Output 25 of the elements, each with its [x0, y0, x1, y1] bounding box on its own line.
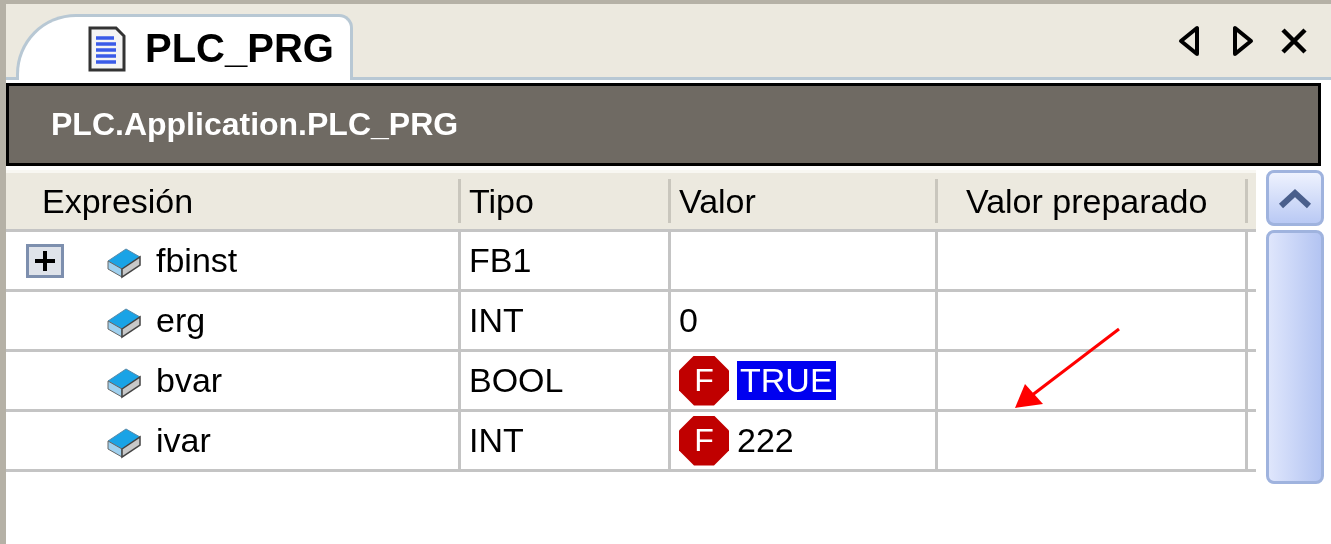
type-text: BOOL	[469, 361, 564, 400]
variable-name: ivar	[156, 421, 211, 460]
forced-badge: F	[679, 355, 729, 406]
column-header[interactable]: Valor preparado	[938, 179, 1248, 223]
chevron-up-icon	[1277, 186, 1313, 210]
column-header[interactable]: Expresión	[6, 179, 461, 223]
column-header[interactable]: Tipo	[461, 179, 671, 223]
variable-name: erg	[156, 301, 206, 340]
column-header[interactable]: Valor	[671, 179, 938, 223]
value-text: TRUE	[737, 361, 836, 400]
type-text: INT	[469, 301, 524, 340]
scroll-up-button[interactable]	[1266, 170, 1324, 226]
value-text: 0	[679, 301, 698, 340]
document-icon	[87, 24, 127, 73]
scrollbar-thumb[interactable]	[1266, 230, 1324, 484]
path-bar: PLC.Application.PLC_PRG	[6, 83, 1321, 166]
type-text: FB1	[469, 241, 532, 280]
forced-badge: F	[679, 415, 729, 466]
expand-icon[interactable]	[26, 243, 64, 278]
variable-name: bvar	[156, 361, 223, 400]
type-text: INT	[469, 421, 524, 460]
variable-name: fbinst	[156, 241, 238, 280]
editor-tab[interactable]: PLC_PRG	[16, 14, 353, 80]
tab-title: PLC_PRG	[145, 26, 334, 71]
value-text: 222	[737, 421, 794, 460]
